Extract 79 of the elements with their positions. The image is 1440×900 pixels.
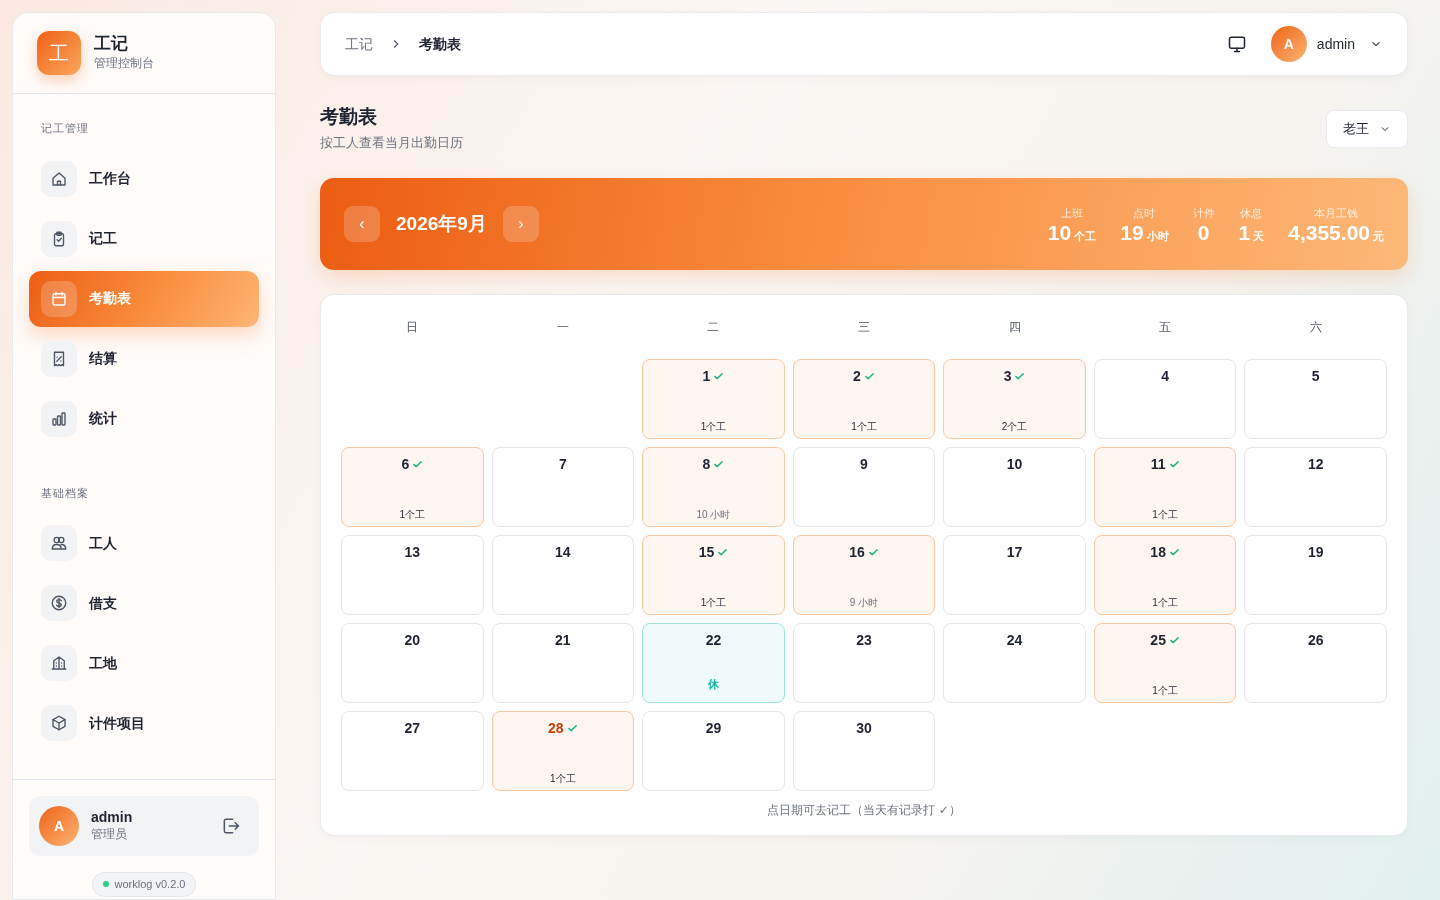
calendar-day[interactable]: 7 <box>491 447 635 528</box>
sidebar-item[interactable]: 工作台 <box>29 150 259 207</box>
logout-icon[interactable] <box>221 816 241 836</box>
weekday-label: 五 <box>1158 319 1173 337</box>
calendar-day[interactable]: 8 10 小时 <box>642 447 785 528</box>
breadcrumb-link[interactable]: 工记 <box>345 33 373 55</box>
calendar-day[interactable]: 25 1个工 <box>1093 623 1237 704</box>
sidebar-item[interactable]: 记工 <box>29 210 259 267</box>
user-name: admin <box>91 808 134 826</box>
weekday-label: 六 <box>1308 319 1323 337</box>
calendar-day[interactable]: 5 <box>1244 359 1387 440</box>
version-badge: worklog v0.2.0 <box>91 872 197 897</box>
app-name: 工记 <box>94 33 129 55</box>
sidebar-item[interactable]: 结算 <box>29 330 259 387</box>
nav-group-label: 记工管理 <box>40 121 90 136</box>
calendar-day[interactable]: 29 <box>642 711 785 792</box>
calendar-day[interactable]: 20 <box>341 623 484 704</box>
weekday-label: 日 <box>405 319 420 337</box>
stat-label: 休息 <box>1239 205 1264 221</box>
sidebar-item[interactable]: 工人 <box>29 515 259 571</box>
stat-value: 4,355.00 元 <box>1288 221 1384 245</box>
stat-label: 上班 <box>1060 205 1084 221</box>
sidebar-item[interactable]: 计件项目 <box>29 695 259 751</box>
calendar-day[interactable]: 30 <box>792 711 936 792</box>
cube-icon <box>50 714 68 732</box>
weekday-label: 三 <box>857 319 871 337</box>
calendar-day[interactable]: 2 1个工 <box>792 359 936 440</box>
weekday-label: 二 <box>706 319 721 337</box>
calendar-day[interactable]: 27 <box>341 711 484 792</box>
worker-select[interactable]: 老王 <box>1326 110 1408 148</box>
users-icon <box>50 534 68 552</box>
calendar-day[interactable]: 10 <box>943 447 1086 528</box>
sidebar-item[interactable]: 统计 <box>29 390 259 447</box>
calendar-day[interactable]: 1 1个工 <box>642 359 785 440</box>
app-subtitle: 管理控制台 <box>94 55 154 73</box>
stat-label: 点时 <box>1132 205 1157 221</box>
bar-chart-icon <box>50 409 68 428</box>
dollar-coin-icon <box>50 594 68 612</box>
weekday-label: 四 <box>1007 319 1022 337</box>
building-icon <box>50 654 68 672</box>
calendar-day[interactable]: 24 <box>943 623 1086 704</box>
stat-value: 10 个工 <box>1047 221 1097 245</box>
stat-value: 0 <box>1196 221 1211 245</box>
calendar-day[interactable]: 18 1个工 <box>1093 535 1237 616</box>
stat-label: 本月工钱 <box>1313 205 1360 221</box>
stat-value: 19 小时 <box>1120 221 1169 245</box>
nav-group-label: 基础档案 <box>40 485 90 501</box>
calendar-day[interactable]: 14 <box>491 535 635 616</box>
calendar-day[interactable]: 19 <box>1244 535 1387 616</box>
calendar-day[interactable]: 26 <box>1244 623 1387 704</box>
calendar-day[interactable]: 11 1个工 <box>1093 447 1237 528</box>
calendar-day[interactable]: 12 <box>1244 447 1387 528</box>
calendar-day[interactable]: 9 <box>792 447 936 528</box>
monitor-icon[interactable] <box>1226 34 1247 54</box>
calendar-day[interactable]: 28 1个工 <box>491 711 635 792</box>
sidebar-item[interactable]: 工地 <box>29 635 259 691</box>
calendar-day[interactable]: 15 1个工 <box>642 535 785 616</box>
stat-value: 1 天 <box>1238 221 1265 245</box>
calendar-day[interactable]: 21 <box>491 623 635 704</box>
avatar: A <box>39 806 79 846</box>
calendar-day[interactable]: 4 <box>1093 359 1237 440</box>
calendar-icon <box>50 289 68 308</box>
user-role: 管理员 <box>91 826 128 844</box>
calendar-day[interactable]: 3 2个工 <box>943 359 1086 440</box>
app-logo: 工 <box>37 31 81 75</box>
page-title: 考勤表 <box>320 106 378 129</box>
calendar-day[interactable]: 6 1个工 <box>341 447 484 528</box>
month-label: 2026年9月 <box>396 212 487 237</box>
calendar-hint: 点日期可去记工（当天有记录打 ✓） <box>766 802 962 820</box>
weekday-label: 一 <box>555 319 570 337</box>
calendar-day[interactable]: 16 9 小时 <box>792 535 936 616</box>
calendar-day[interactable]: 23 <box>792 623 936 704</box>
calendar-day[interactable]: 13 <box>341 535 484 616</box>
stat-label: 计件 <box>1192 205 1215 221</box>
calendar-day[interactable]: 22 休 <box>642 623 785 704</box>
calendar-day[interactable]: 17 <box>943 535 1086 616</box>
page-subtitle: 按工人查看当月出勤日历 <box>320 133 463 152</box>
user-menu[interactable]: A admin <box>1270 26 1383 62</box>
sidebar-item[interactable]: 借支 <box>29 575 259 631</box>
